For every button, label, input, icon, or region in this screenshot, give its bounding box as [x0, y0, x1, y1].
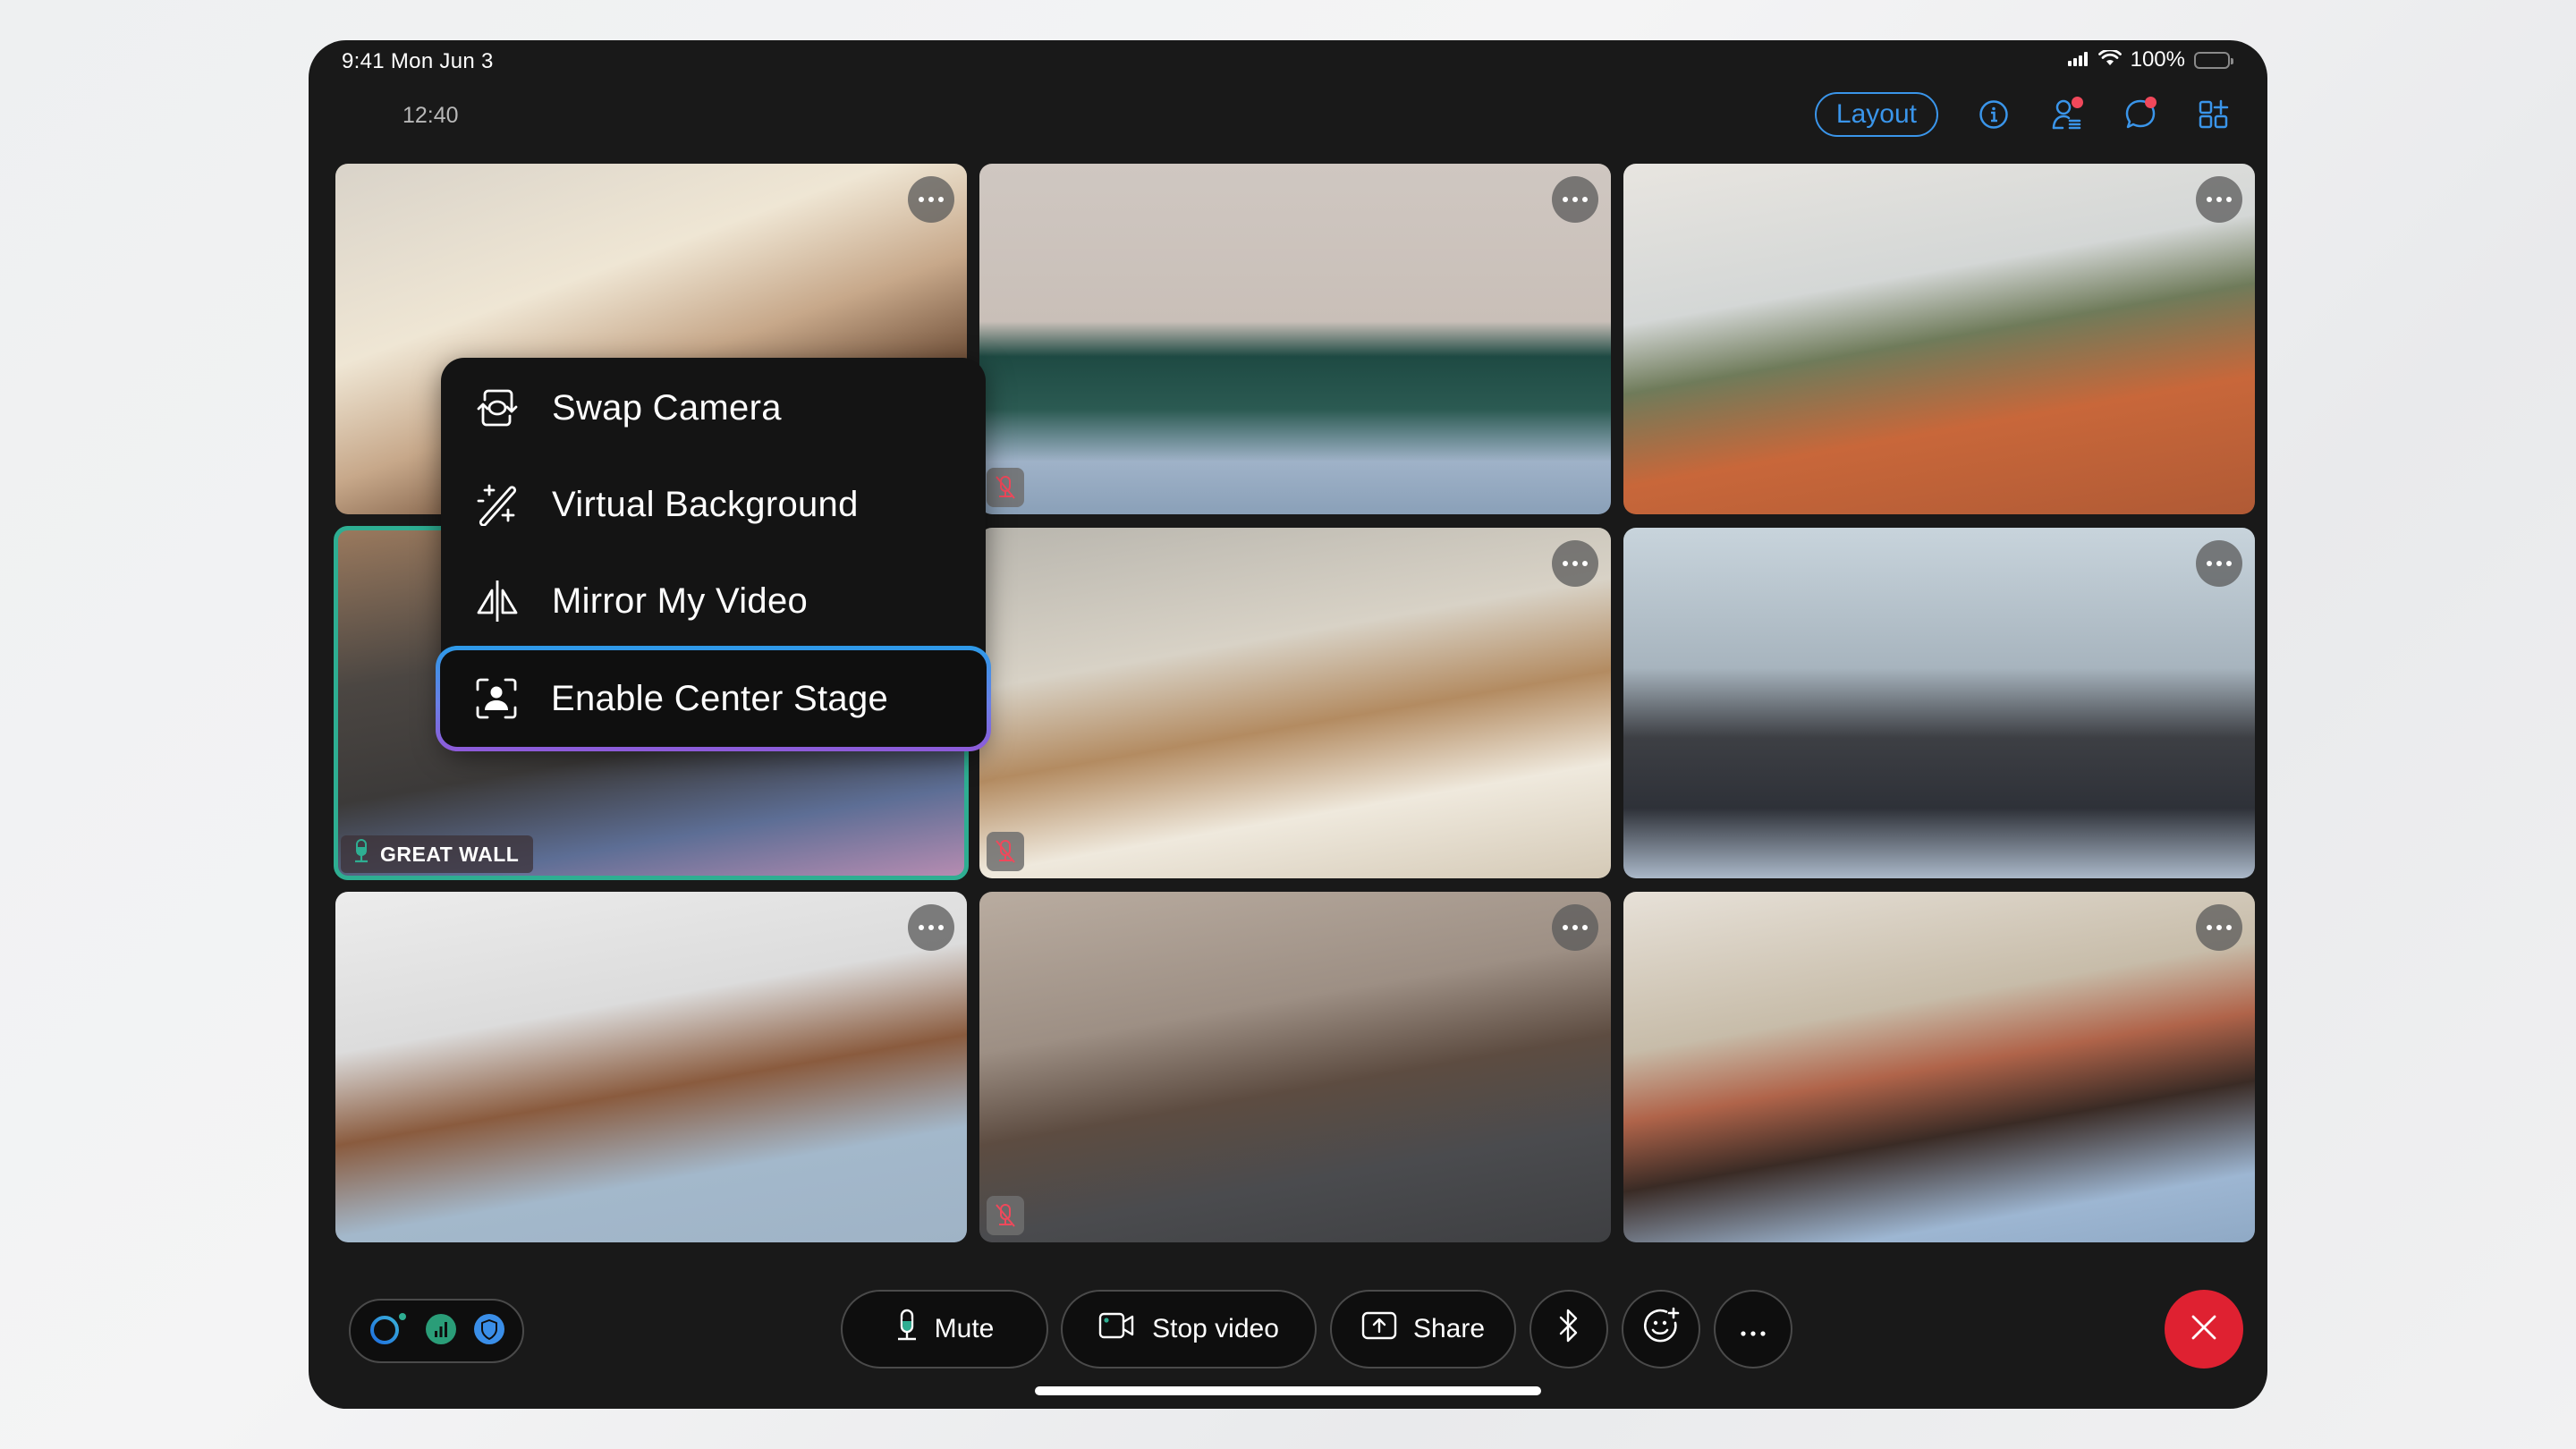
tile-more-button[interactable] [908, 176, 954, 223]
video-grid: GREAT WALL Swap Camera Virtual Backgroun… [334, 164, 2258, 1242]
participants-notification-badge [2072, 97, 2083, 108]
participant-name-tag: GREAT WALL [341, 835, 534, 873]
video-tile[interactable] [1623, 164, 2255, 514]
video-camera-icon [1098, 1311, 1136, 1347]
assistant-status-icon [369, 1311, 408, 1352]
wifi-icon [2097, 47, 2122, 72]
microphone-icon [895, 1309, 919, 1350]
end-call-button[interactable] [2165, 1290, 2243, 1368]
bluetooth-button[interactable] [1530, 1290, 1608, 1368]
more-options-button[interactable] [1714, 1290, 1792, 1368]
status-time: 9:41 Mon Jun 3 [342, 49, 494, 73]
battery-icon [2194, 51, 2233, 69]
cellular-signal-icon [2067, 47, 2089, 72]
tile-more-button[interactable] [2196, 904, 2242, 951]
reactions-button[interactable] [1622, 1290, 1700, 1368]
tile-more-button[interactable] [1552, 176, 1598, 223]
chat-notification-badge [2145, 97, 2157, 108]
menu-item-label: Swap Camera [552, 387, 782, 428]
muted-mic-icon [987, 468, 1024, 507]
menu-item-label: Mirror My Video [552, 580, 809, 621]
magic-wand-icon [473, 480, 521, 529]
meeting-timer: 12:40 [402, 103, 459, 128]
menu-item-enable-center-stage[interactable]: Enable Center Stage [436, 646, 991, 751]
muted-mic-icon [987, 1196, 1024, 1235]
video-tile[interactable] [1623, 528, 2255, 878]
more-icon [1740, 1314, 1767, 1344]
home-indicator[interactable] [1035, 1386, 1541, 1395]
video-tile[interactable] [1623, 892, 2255, 1242]
video-tile[interactable] [979, 528, 1611, 878]
menu-item-swap-camera[interactable]: Swap Camera [441, 360, 986, 456]
mute-label: Mute [934, 1314, 995, 1343]
menu-item-virtual-background[interactable]: Virtual Background [441, 456, 986, 553]
tile-more-button[interactable] [1552, 540, 1598, 587]
participants-icon[interactable] [2049, 97, 2085, 132]
network-quality-icon [426, 1313, 456, 1349]
menu-item-label: Enable Center Stage [551, 678, 889, 718]
call-controls-bar: Mute Stop video Share [309, 1279, 2267, 1368]
muted-mic-icon [987, 832, 1024, 871]
share-button[interactable]: Share [1330, 1290, 1516, 1368]
video-tile[interactable] [979, 892, 1611, 1242]
bluetooth-icon [1558, 1308, 1580, 1351]
reactions-icon [1642, 1307, 1680, 1352]
tile-more-button[interactable] [2196, 176, 2242, 223]
share-label: Share [1412, 1314, 1486, 1343]
top-toolbar: Layout [1814, 92, 2232, 137]
chat-icon[interactable] [2123, 97, 2158, 132]
participant-name: GREAT WALL [380, 842, 520, 866]
menu-item-label: Virtual Background [552, 484, 859, 524]
tile-more-button[interactable] [1552, 904, 1598, 951]
status-indicators: 100% [2067, 47, 2233, 72]
video-tile[interactable] [335, 892, 967, 1242]
mic-active-icon [353, 839, 369, 869]
info-icon[interactable] [1976, 97, 2012, 132]
close-icon [2190, 1314, 2217, 1345]
stop-video-button[interactable]: Stop video [1061, 1290, 1317, 1368]
security-shield-icon [474, 1313, 504, 1349]
stop-video-label: Stop video [1152, 1314, 1279, 1343]
ipad-frame: 9:41 Mon Jun 3 100% 12:40 Layout GREAT W… [309, 40, 2267, 1409]
self-view-context-menu: Swap Camera Virtual Background Mirror My… [436, 358, 991, 751]
swap-camera-icon [473, 384, 521, 432]
video-tile[interactable] [979, 164, 1611, 514]
center-stage-icon [472, 674, 521, 723]
battery-percent: 100% [2130, 47, 2185, 72]
apps-icon[interactable] [2196, 97, 2232, 132]
tile-more-button[interactable] [2196, 540, 2242, 587]
mirror-icon [473, 577, 521, 625]
menu-item-mirror-video[interactable]: Mirror My Video [441, 553, 986, 649]
layout-button[interactable]: Layout [1814, 92, 1938, 137]
mute-button[interactable]: Mute [841, 1290, 1048, 1368]
share-screen-icon [1361, 1310, 1397, 1348]
call-status-pill[interactable] [349, 1299, 524, 1363]
tile-more-button[interactable] [908, 904, 954, 951]
